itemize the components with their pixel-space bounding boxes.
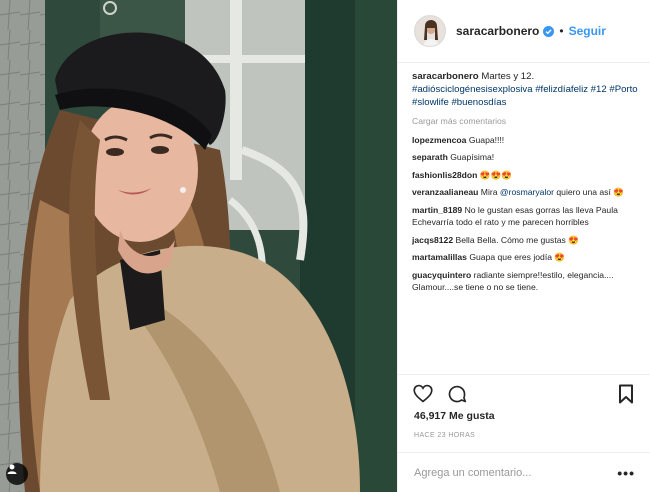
list-item: guacyquintero radiante siempre!!estilo, … [412,269,640,294]
more-options-button[interactable]: ••• [617,465,635,481]
like-button[interactable] [412,383,434,405]
comment-text: 😍😍😍 [479,169,512,180]
load-more-comments-link[interactable]: Cargar más comentarios [412,115,640,128]
avatar[interactable] [414,15,446,47]
hashtag-link[interactable]: #slowlife [412,97,449,108]
list-item: fashionlis28don 😍😍😍 [412,169,640,182]
comment-text-after: quiero una así 😍 [556,187,624,197]
avatar-image [415,16,445,46]
list-item: lopezmencoa Guapa!!!! [412,134,640,147]
list-item: martin_8189 No le gustan esas gorras las… [412,204,640,229]
post-header: saracarbonero • Seguir [398,0,650,63]
post-image [0,0,397,492]
list-item: veranzaalianeau Mira @rosmaryalor quiero… [412,186,640,199]
comment-username[interactable]: martamalillas [412,252,467,262]
caption-username[interactable]: saracarbonero [412,71,479,82]
comment-username[interactable]: veranzaalianeau [412,187,478,197]
list-item: martamalillas Guapa que eres jodía 😍 [412,251,640,264]
person-tag-icon[interactable] [6,463,28,485]
caption-text: Martes y 12. [481,71,535,82]
post-timestamp: HACE 23 HORAS [414,432,476,439]
comment-username[interactable]: guacyquintero [412,270,471,280]
list-item: jacqs8122 Bella Bella. Cómo me gustas 😍 [412,234,640,247]
comment-text: Guapa que eres jodía 😍 [469,252,566,262]
comment-username[interactable]: jacqs8122 [412,235,453,245]
header-username[interactable]: saracarbonero [456,24,539,38]
comments-list[interactable]: saracarbonero Martes y 12. #adiósciclogé… [412,70,640,370]
comment-text: Mira [480,187,498,197]
save-button[interactable] [615,383,637,405]
add-comment-bar: ••• [398,452,650,492]
post-side-panel: saracarbonero • Seguir saracarbonero Mar… [397,0,650,492]
list-item: separath Guapísima! [412,151,640,164]
hashtag-link[interactable]: #buenosdías [451,97,506,108]
hashtag-link[interactable]: #felizdíafeliz [535,84,588,95]
person-icon [7,464,17,474]
hashtag-link[interactable]: #12 [591,84,607,95]
post-actions-bar [398,374,650,412]
bookmark-icon [619,384,633,403]
likes-count[interactable]: 46,917 Me gusta [414,410,495,422]
comment-mention-link[interactable]: @rosmaryalor [500,187,554,197]
hashtag-link[interactable]: #Porto [609,84,637,95]
comment-text: Bella Bella. Cómo me gustas 😍 [455,234,579,245]
comment-text: Guapísima! [450,152,495,162]
comment-username[interactable]: fashionlis28don [412,170,477,180]
header-separator: • [559,24,564,38]
post-photo[interactable] [0,0,397,492]
comment-username[interactable]: separath [412,152,448,162]
heart-icon [413,384,433,403]
comment-text: Guapa!!!! [468,134,505,145]
follow-button[interactable]: Seguir [569,24,606,38]
post-caption: saracarbonero Martes y 12. #adiósciclogé… [412,70,640,109]
hashtag-link[interactable]: #adiósciclogénesisexplosiva [412,84,533,95]
comment-username[interactable]: lopezmencoa [412,135,466,145]
add-comment-input[interactable] [414,466,618,479]
verified-badge-icon [543,25,555,37]
comment-button[interactable] [446,383,468,405]
comment-username[interactable]: martin_8189 [412,205,462,215]
comment-icon [448,385,467,402]
